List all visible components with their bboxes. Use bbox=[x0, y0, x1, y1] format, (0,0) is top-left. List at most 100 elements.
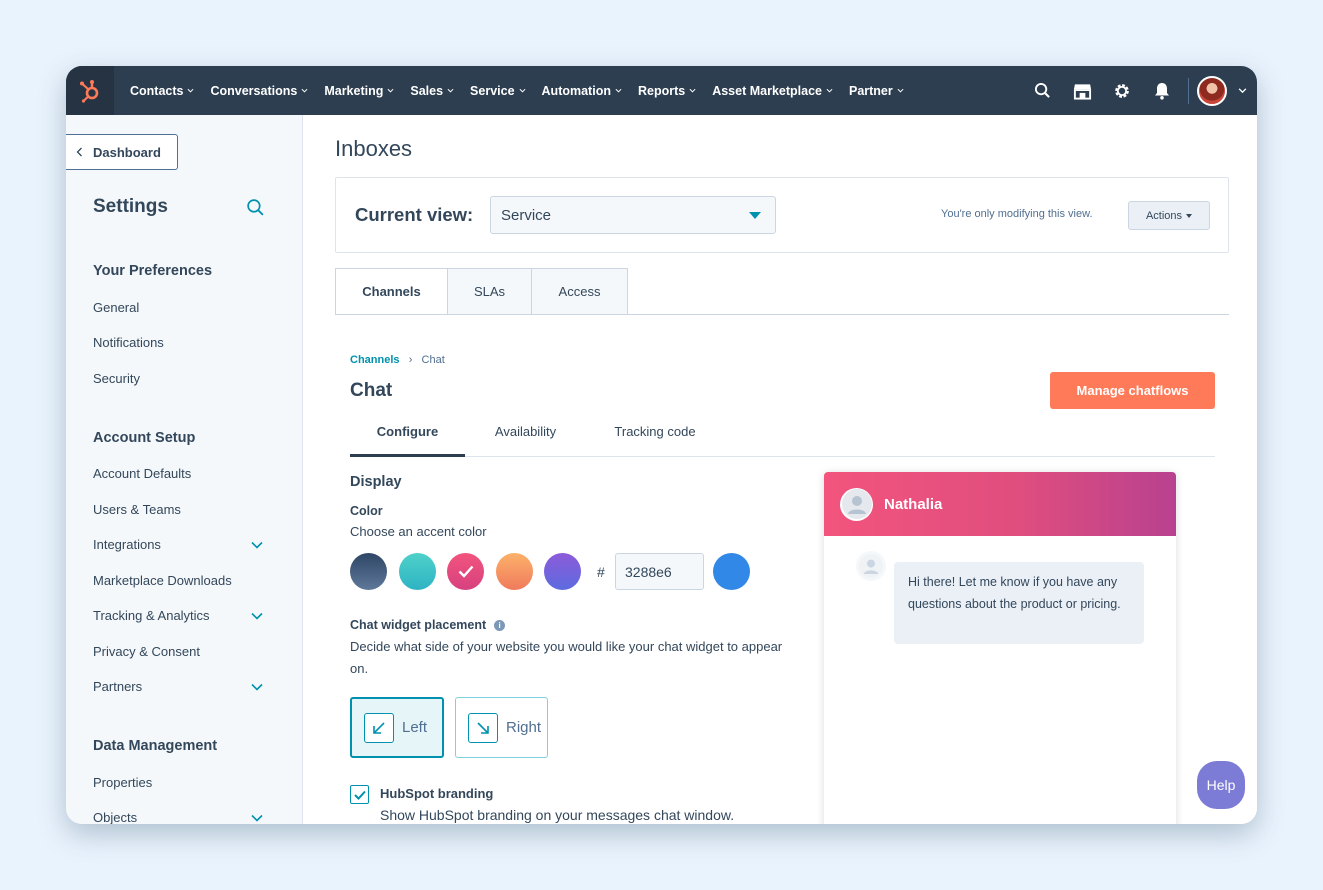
hash-symbol: # bbox=[597, 564, 605, 580]
chevron-down-icon bbox=[615, 88, 622, 93]
sidebar-item-general[interactable]: General bbox=[93, 300, 263, 315]
chevron-right-icon: › bbox=[402, 354, 419, 366]
sidebar-item-properties[interactable]: Properties bbox=[93, 775, 263, 790]
modify-note: You're only modifying this view. bbox=[941, 208, 1093, 220]
sidebar-item-privacy-consent[interactable]: Privacy & Consent bbox=[93, 644, 263, 659]
chevron-left-icon bbox=[76, 147, 82, 157]
chevron-down-icon bbox=[187, 88, 194, 93]
tab-slas[interactable]: SLAs bbox=[448, 268, 532, 315]
arrow-down-right-icon bbox=[468, 712, 498, 743]
color-swatch-purple[interactable] bbox=[544, 553, 581, 590]
tabs-divider bbox=[335, 314, 1229, 315]
actions-button[interactable]: Actions bbox=[1128, 201, 1210, 230]
info-icon[interactable]: i bbox=[494, 619, 506, 631]
hubspot-logo-icon[interactable] bbox=[66, 66, 114, 115]
checkmark-icon bbox=[458, 565, 473, 578]
nav-reports[interactable]: Reports bbox=[630, 66, 704, 115]
agent-avatar-icon bbox=[856, 551, 886, 581]
nav-contacts[interactable]: Contacts bbox=[122, 66, 202, 115]
chevron-down-icon bbox=[519, 88, 526, 93]
placement-hint: Decide what side of your website you wou… bbox=[350, 639, 783, 676]
placement-label: Chat widget placement i bbox=[350, 618, 506, 632]
color-swatch-navy[interactable] bbox=[350, 553, 387, 590]
tab-access[interactable]: Access bbox=[532, 268, 628, 315]
chevron-down-icon[interactable] bbox=[1227, 86, 1257, 95]
chevron-down-icon bbox=[689, 88, 696, 93]
help-button[interactable]: Help bbox=[1197, 761, 1245, 809]
dashboard-back-button[interactable]: Dashboard bbox=[66, 134, 178, 170]
color-swatch-teal[interactable] bbox=[399, 553, 436, 590]
color-preview-swatch bbox=[713, 553, 750, 590]
tab-channels[interactable]: Channels bbox=[335, 268, 448, 315]
section-data-management: Data Management bbox=[93, 738, 218, 754]
sidebar-item-objects[interactable]: Objects bbox=[93, 810, 263, 824]
arrow-down-left-icon bbox=[364, 712, 394, 743]
subtab-availability[interactable]: Availability bbox=[478, 421, 573, 457]
sidebar-item-integrations[interactable]: Integrations bbox=[93, 537, 263, 552]
subtab-configure[interactable]: Configure bbox=[350, 421, 465, 457]
nav-conversations[interactable]: Conversations bbox=[202, 66, 316, 115]
hex-color-input[interactable]: 3288e6 bbox=[615, 553, 704, 590]
chevron-down-icon bbox=[826, 88, 833, 93]
nav-asset-marketplace[interactable]: Asset Marketplace bbox=[704, 66, 841, 115]
chat-widget-preview: Nathalia Hi there! Let me know if you ha… bbox=[824, 472, 1176, 824]
branding-hint: Show HubSpot branding on your messages c… bbox=[380, 807, 735, 823]
branding-label: HubSpot branding bbox=[380, 786, 494, 801]
breadcrumb-channels-link[interactable]: Channels bbox=[350, 354, 400, 366]
current-view-panel: Current view: Service You're only modify… bbox=[335, 177, 1229, 253]
page-title: Inboxes bbox=[335, 136, 413, 161]
hubspot-branding-checkbox[interactable] bbox=[350, 785, 369, 804]
chevron-down-icon[interactable] bbox=[251, 541, 263, 549]
avatar[interactable] bbox=[1197, 75, 1227, 106]
chat-title: Chat bbox=[350, 380, 393, 401]
chevron-down-icon[interactable] bbox=[251, 814, 263, 822]
settings-title: Settings bbox=[93, 196, 168, 217]
placement-left-button[interactable]: Left bbox=[350, 697, 444, 758]
sidebar-item-account-defaults[interactable]: Account Defaults bbox=[93, 466, 263, 481]
sidebar-item-marketplace-downloads[interactable]: Marketplace Downloads bbox=[93, 573, 263, 588]
nav-automation[interactable]: Automation bbox=[534, 66, 630, 115]
section-your-preferences: Your Preferences bbox=[93, 263, 213, 279]
nav-marketing[interactable]: Marketing bbox=[316, 66, 402, 115]
search-icon[interactable] bbox=[246, 198, 265, 222]
app-window: Contacts Conversations Marketing Sales S… bbox=[66, 66, 1257, 824]
color-hint: Choose an accent color bbox=[350, 524, 487, 539]
sidebar-item-partners[interactable]: Partners bbox=[93, 679, 263, 694]
top-nav: Contacts Conversations Marketing Sales S… bbox=[66, 66, 1257, 115]
sidebar-item-notifications[interactable]: Notifications bbox=[93, 335, 263, 350]
breadcrumb: Channels › Chat bbox=[350, 354, 445, 366]
inbox-tabs: Channels SLAs Access bbox=[335, 268, 628, 315]
nav-divider bbox=[1188, 77, 1189, 104]
nav-partner[interactable]: Partner bbox=[841, 66, 912, 115]
breadcrumb-current: Chat bbox=[421, 354, 445, 366]
chat-subtabs: Configure Availability Tracking code bbox=[350, 421, 1215, 457]
color-label: Color bbox=[350, 504, 383, 518]
marketplace-icon[interactable] bbox=[1062, 66, 1102, 115]
preview-header: Nathalia bbox=[824, 472, 1176, 536]
sidebar-item-users-teams[interactable]: Users & Teams bbox=[93, 502, 263, 517]
placement-right-button[interactable]: Right bbox=[455, 697, 548, 758]
checkmark-icon bbox=[353, 790, 366, 800]
chevron-down-icon[interactable] bbox=[251, 612, 263, 620]
chevron-down-icon bbox=[301, 88, 308, 93]
section-account-setup: Account Setup bbox=[93, 430, 196, 446]
nav-service[interactable]: Service bbox=[462, 66, 533, 115]
current-view-select[interactable]: Service bbox=[490, 196, 776, 234]
chevron-down-icon bbox=[897, 88, 904, 93]
color-swatch-pink[interactable] bbox=[447, 553, 484, 590]
color-swatch-orange[interactable] bbox=[496, 553, 533, 590]
subtab-tracking-code[interactable]: Tracking code bbox=[600, 421, 710, 457]
agent-name: Nathalia bbox=[884, 495, 943, 513]
manage-chatflows-button[interactable]: Manage chatflows bbox=[1050, 372, 1215, 409]
main-content: Inboxes Current view: Service You're onl… bbox=[304, 115, 1257, 824]
sidebar-item-tracking-analytics[interactable]: Tracking & Analytics bbox=[93, 608, 263, 623]
caret-down-icon bbox=[749, 212, 761, 219]
chevron-down-icon[interactable] bbox=[251, 683, 263, 691]
gear-icon[interactable] bbox=[1102, 66, 1142, 115]
chevron-down-icon bbox=[447, 88, 454, 93]
bell-icon[interactable] bbox=[1142, 66, 1182, 115]
search-icon[interactable] bbox=[1022, 66, 1062, 115]
caret-down-icon bbox=[1186, 213, 1193, 218]
sidebar-item-security[interactable]: Security bbox=[93, 371, 263, 386]
nav-sales[interactable]: Sales bbox=[402, 66, 462, 115]
